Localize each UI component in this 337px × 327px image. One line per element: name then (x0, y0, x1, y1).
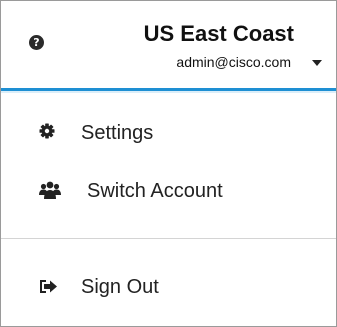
menu-item-label: Switch Account (87, 180, 223, 202)
user-email: admin@cisco.com (176, 54, 291, 70)
account-dropdown-menu: ? US East Coast admin@cisco.com Settings (0, 0, 337, 327)
menu-item-switch-account[interactable]: Switch Account (1, 167, 336, 215)
menu-item-label: Settings (81, 122, 154, 144)
caret-down-icon[interactable] (312, 60, 322, 66)
header-accent-shade (1, 91, 336, 93)
menu-item-label: Sign Out (81, 276, 159, 298)
menu-item-settings[interactable]: Settings (1, 109, 336, 157)
menu-item-sign-out[interactable]: Sign Out (1, 263, 336, 311)
sign-out-icon (39, 277, 61, 297)
account-name: US East Coast (143, 21, 294, 46)
users-icon (39, 181, 61, 201)
gear-icon (39, 123, 61, 143)
question-circle-icon[interactable]: ? (29, 35, 44, 50)
account-header[interactable]: ? US East Coast admin@cisco.com (1, 1, 336, 88)
menu-divider (1, 238, 336, 239)
